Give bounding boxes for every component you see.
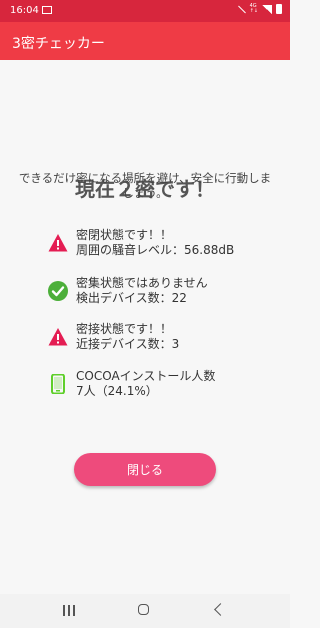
image-icon [42, 6, 52, 14]
closed-status-label: 密閉状態です！！ [76, 228, 173, 242]
system-nav-bar [0, 594, 290, 628]
recent-apps-icon[interactable] [63, 605, 75, 616]
list-item-close-contact: 密接状態です！！ 近接デバイス数：3 [48, 322, 179, 352]
phone-icon [51, 374, 65, 394]
warning-triangle-icon [48, 234, 68, 252]
battery-icon [276, 4, 282, 14]
cocoa-users-value: 7人（24.1%） [76, 384, 158, 398]
home-icon[interactable] [138, 604, 149, 615]
cocoa-label: COCOAインストール人数 [76, 369, 216, 383]
list-item-cocoa: COCOAインストール人数 7人（24.1%） [48, 369, 215, 399]
crowded-status-label: 密集状態ではありません [76, 276, 208, 290]
detected-devices-value: 検出デバイス数：22 [76, 291, 187, 305]
noise-level-value: 周囲の騒音レベル：56.88dB [76, 243, 235, 257]
main-content: 現在２密です！ できるだけ密になる場所を避け、安全に行動しましょう。 密閉状態で… [0, 60, 290, 594]
close-contact-status-label: 密接状態です！！ [76, 322, 173, 336]
status-time: 16:04 [10, 5, 39, 16]
list-item-crowded: 密集状態ではありません 検出デバイス数：22 [48, 276, 208, 306]
status-subtext: できるだけ密になる場所を避け、安全に行動しましょう。 [18, 171, 272, 200]
list-item-closed: 密閉状態です！！ 周囲の騒音レベル：56.88dB [48, 228, 234, 258]
signal-icon [262, 4, 272, 14]
app-bar: 3密チェッカー [0, 22, 290, 60]
app-title: 3密チェッカー [12, 36, 105, 52]
status-bar: 16:04 4G ↑↓ [0, 0, 290, 22]
mute-icon [237, 5, 246, 14]
check-circle-icon [48, 281, 68, 301]
warning-triangle-icon [48, 328, 68, 346]
close-button[interactable]: 閉じる [74, 453, 216, 486]
back-icon[interactable] [214, 603, 227, 616]
nearby-devices-value: 近接デバイス数：3 [76, 337, 180, 351]
network-4g-icon: 4G ↑↓ [249, 3, 258, 14]
